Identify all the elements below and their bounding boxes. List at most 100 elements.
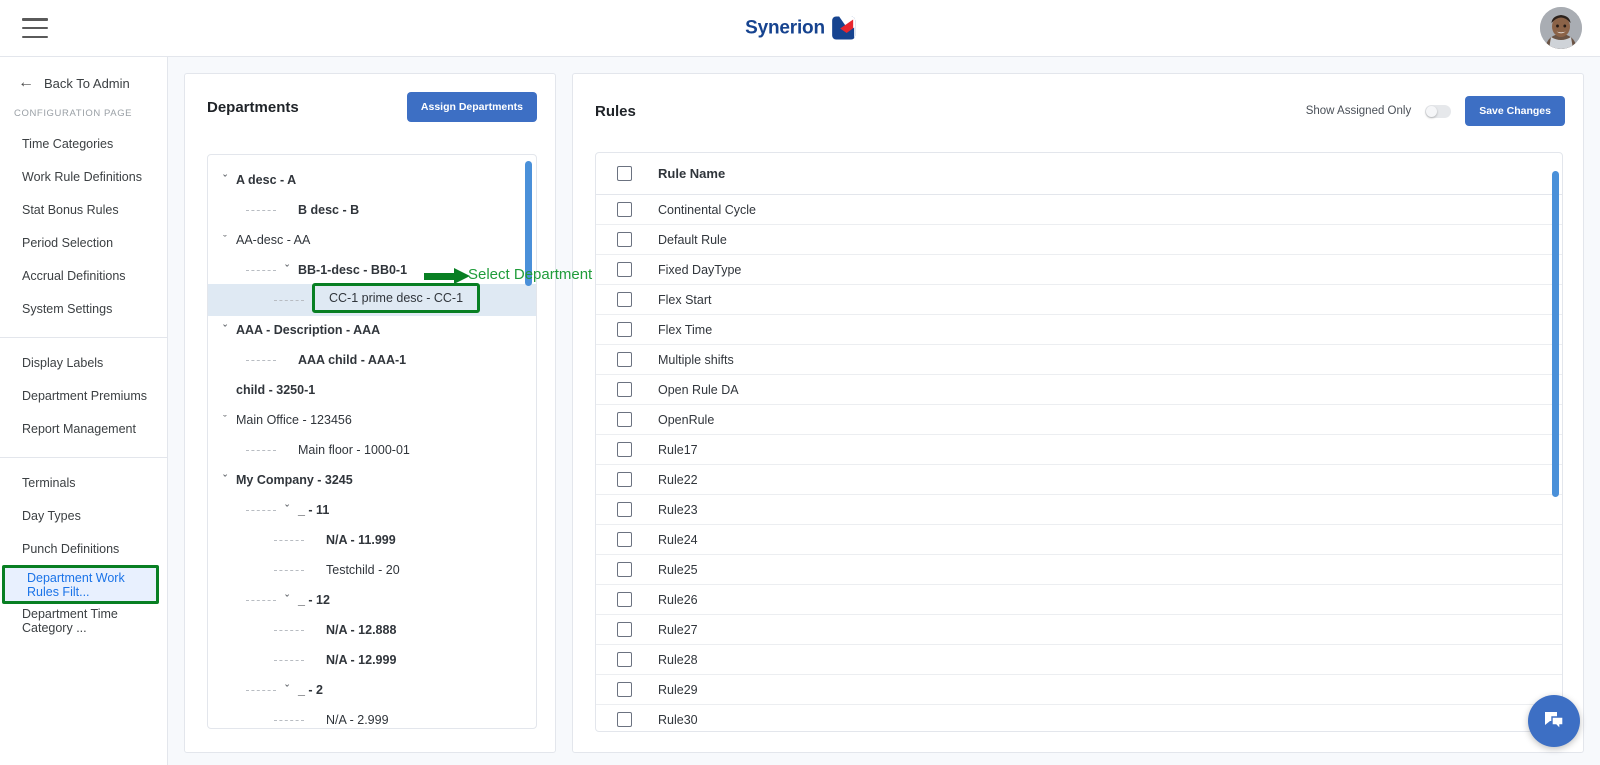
rule-checkbox[interactable] (617, 472, 632, 487)
tree-node-label: Main Office - 123456 (236, 413, 352, 427)
rules-table-row[interactable]: Multiple shifts (596, 345, 1562, 375)
tree-node-label: N/A - 11.999 (326, 533, 396, 547)
rules-table-row[interactable]: Default Rule (596, 225, 1562, 255)
rules-table-row[interactable]: Rule24 (596, 525, 1562, 555)
rule-checkbox[interactable] (617, 322, 632, 337)
rules-table-row[interactable]: OpenRule (596, 405, 1562, 435)
tree-node[interactable]: N/A - 12.888 (208, 615, 536, 645)
tree-node[interactable]: ˇ _ - 2 (208, 675, 536, 705)
sidebar-item-day-types[interactable]: Day Types (0, 499, 167, 532)
departments-tree-scrollbar[interactable] (525, 161, 532, 286)
rules-table-row[interactable]: Rule28 (596, 645, 1562, 675)
chevron-down-icon[interactable]: ˇ (280, 504, 294, 516)
tree-node[interactable]: ˇ My Company - 3245 (208, 465, 536, 495)
chevron-down-icon[interactable]: ˇ (280, 594, 294, 606)
sidebar-item-accrual-definitions[interactable]: Accrual Definitions (0, 259, 167, 292)
hamburger-icon[interactable] (22, 18, 48, 38)
sidebar-item-department-premiums[interactable]: Department Premiums (0, 379, 167, 412)
rules-table-row[interactable]: Rule30 (596, 705, 1562, 731)
tree-node[interactable]: child - 3250-1 (208, 375, 536, 405)
rule-checkbox[interactable] (617, 502, 632, 517)
selected-department-chip[interactable]: CC-1 prime desc - CC-1 (312, 283, 481, 313)
tree-node[interactable]: N/A - 12.999 (208, 645, 536, 675)
rule-checkbox[interactable] (617, 232, 632, 247)
rule-checkbox[interactable] (617, 262, 632, 277)
rule-checkbox[interactable] (617, 292, 632, 307)
tree-node[interactable]: ˇ AA-desc - AA (208, 225, 536, 255)
sidebar-item-system-settings[interactable]: System Settings (0, 292, 167, 325)
rules-table-row[interactable]: Rule29 (596, 675, 1562, 705)
rule-checkbox[interactable] (617, 352, 632, 367)
sidebar-item-display-labels[interactable]: Display Labels (0, 346, 167, 379)
chat-bubble-icon (1545, 712, 1564, 731)
tree-node[interactable]: ˇ Main Office - 123456 (208, 405, 536, 435)
rule-checkbox[interactable] (617, 442, 632, 457)
departments-title: Departments (207, 98, 299, 116)
rule-name-cell: Rule25 (658, 562, 698, 577)
sidebar-item-time-categories[interactable]: Time Categories (0, 127, 167, 160)
rule-checkbox[interactable] (617, 412, 632, 427)
rule-checkbox[interactable] (617, 592, 632, 607)
rules-table-row[interactable]: Open Rule DA (596, 375, 1562, 405)
rules-table-row[interactable]: Rule27 (596, 615, 1562, 645)
rules-table-scrollbar[interactable] (1552, 171, 1559, 497)
rules-table-row[interactable]: Flex Start (596, 285, 1562, 315)
sidebar-item-punch-definitions[interactable]: Punch Definitions (0, 532, 167, 565)
rules-table-row[interactable]: Rule22 (596, 465, 1562, 495)
tree-node-label: BB-1-desc - BB0-1 (298, 263, 408, 277)
show-assigned-only-toggle[interactable] (1425, 104, 1452, 118)
sidebar-item-work-rule-definitions[interactable]: Work Rule Definitions (0, 160, 167, 193)
rule-checkbox[interactable] (617, 562, 632, 577)
tree-node[interactable]: B desc - B (208, 195, 536, 225)
sidebar-item-terminals[interactable]: Terminals (0, 466, 167, 499)
rules-table-header: Rule Name (596, 153, 1562, 195)
tree-node[interactable]: ˇ _ - 12 (208, 585, 536, 615)
chevron-down-icon[interactable]: ˇ (218, 234, 232, 246)
rule-checkbox[interactable] (617, 202, 632, 217)
rule-checkbox[interactable] (617, 682, 632, 697)
tree-node[interactable]: ˇ _ - 11 (208, 495, 536, 525)
tree-node-label: Testchild - 20 (326, 563, 400, 577)
rules-table-row[interactable]: Continental Cycle (596, 195, 1562, 225)
tree-node[interactable]: N/A - 2.999 (208, 705, 536, 728)
rule-checkbox[interactable] (617, 712, 632, 727)
tree-node[interactable]: ˇ A desc - A (208, 165, 536, 195)
rules-table-row[interactable]: Rule17 (596, 435, 1562, 465)
rule-checkbox[interactable] (617, 622, 632, 637)
column-header-rule-name: Rule Name (658, 166, 726, 181)
sidebar-section-caption: CONFIGURATION PAGE (14, 108, 133, 119)
rules-table-row[interactable]: Flex Time (596, 315, 1562, 345)
save-changes-button[interactable]: Save Changes (1465, 96, 1565, 126)
tree-node[interactable]: Testchild - 20 (208, 555, 536, 585)
rules-table-row[interactable]: Rule23 (596, 495, 1562, 525)
rule-checkbox[interactable] (617, 652, 632, 667)
rules-table-row[interactable]: Fixed DayType (596, 255, 1562, 285)
select-all-checkbox[interactable] (617, 166, 632, 181)
sidebar-item-stat-bonus-rules[interactable]: Stat Bonus Rules (0, 193, 167, 226)
tree-node[interactable]: ˇ BB-1-desc - BB0-1 (208, 255, 536, 285)
rules-table-row[interactable]: Rule26 (596, 585, 1562, 615)
chevron-down-icon[interactable]: ˇ (218, 474, 232, 486)
sidebar-item-period-selection[interactable]: Period Selection (0, 226, 167, 259)
back-to-admin-button[interactable]: ← Back To Admin (0, 57, 167, 91)
departments-tree[interactable]: ˇ A desc - A B desc - B ˇ AA-desc - AA ˇ BB-1-… (207, 154, 537, 729)
rule-checkbox[interactable] (617, 382, 632, 397)
tree-node[interactable]: AAA child - AAA-1 (208, 345, 536, 375)
sidebar-item-department-time-category[interactable]: Department Time Category ... (0, 604, 167, 637)
chevron-down-icon[interactable]: ˇ (218, 324, 232, 336)
chevron-down-icon[interactable]: ˇ (218, 174, 232, 186)
sidebar-item-department-work-rules-filter[interactable]: Department Work Rules Filt... (5, 568, 156, 601)
tree-node[interactable]: N/A - 11.999 (208, 525, 536, 555)
sidebar-item-report-management[interactable]: Report Management (0, 412, 167, 445)
chevron-down-icon[interactable]: ˇ (218, 414, 232, 426)
tree-node[interactable]: Main floor - 1000-01 (208, 435, 536, 465)
tree-node[interactable]: ˇ AAA - Description - AAA (208, 315, 536, 345)
sidebar-group-configuration: Time Categories Work Rule Definitions St… (0, 119, 167, 325)
assign-departments-button[interactable]: Assign Departments (406, 92, 537, 122)
chevron-down-icon[interactable]: ˇ (280, 264, 294, 276)
rule-checkbox[interactable] (617, 532, 632, 547)
chat-button[interactable] (1528, 695, 1580, 747)
chevron-down-icon[interactable]: ˇ (280, 684, 294, 696)
rules-table-row[interactable]: Rule25 (596, 555, 1562, 585)
avatar[interactable] (1540, 7, 1582, 49)
